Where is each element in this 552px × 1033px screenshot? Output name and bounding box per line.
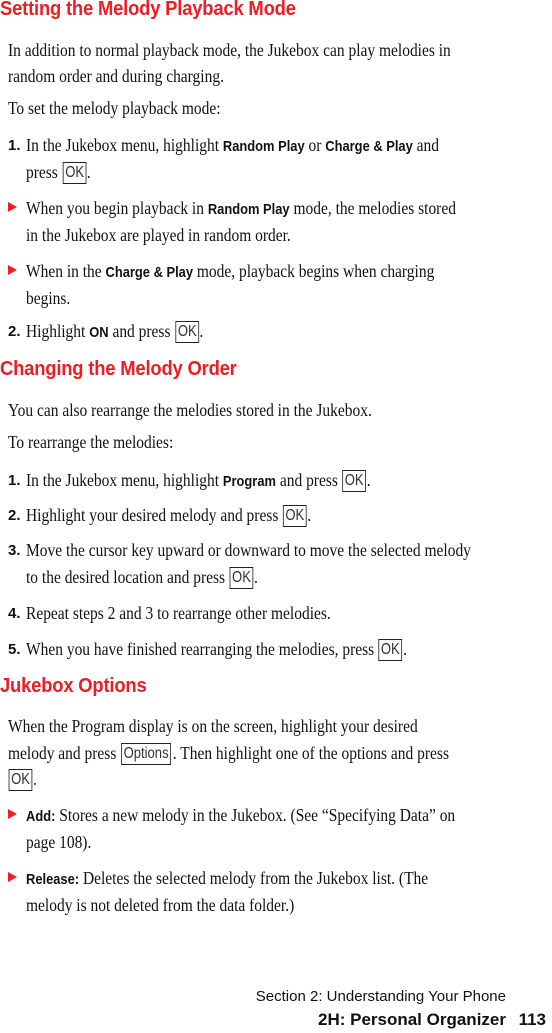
footer-chapter: 2H: Personal Organizer	[317, 1010, 506, 1029]
step-text: In the Jukebox menu, highlight Random Pl…	[26, 135, 440, 155]
menu-item-ref: Charge & Play	[325, 138, 413, 155]
ok-key: OK	[174, 321, 199, 343]
step-number: 1.	[8, 137, 21, 154]
step-number: 1.	[8, 472, 21, 489]
step-text: to the desired location and press OK.	[26, 567, 258, 589]
section-heading: Jukebox Options	[0, 675, 147, 697]
footer-section: Section 2: Understanding Your Phone	[255, 988, 506, 1005]
step-number: 3.	[8, 542, 21, 559]
ok-key: OK	[8, 769, 33, 791]
step-text: Repeat steps 2 and 3 to rearrange other …	[26, 603, 331, 623]
bullet-text: page 108).	[26, 832, 92, 852]
paragraph: When the Program display is on the scree…	[8, 716, 418, 736]
ok-key: OK	[229, 567, 254, 589]
ok-key: OK	[62, 162, 87, 184]
page-number: 113	[518, 1010, 546, 1029]
bullet-text: When in the Charge & Play mode, playback…	[26, 261, 435, 281]
step-number: 4.	[8, 605, 21, 622]
bullet-text: Release: Deletes the selected melody fro…	[26, 868, 429, 888]
bullet-triangle-icon	[8, 809, 17, 819]
step-text: In the Jukebox menu, highlight Program a…	[26, 470, 371, 492]
section-heading: Changing the Melody Order	[0, 358, 237, 380]
ok-key: OK	[378, 639, 403, 661]
bullet-triangle-icon	[8, 265, 17, 275]
step-text: When you have finished rearranging the m…	[26, 639, 407, 661]
bullet-text: begins.	[26, 288, 71, 308]
bullet-text: melody is not deleted from the data fold…	[26, 895, 295, 915]
lead-text: To rearrange the melodies:	[8, 432, 174, 452]
paragraph: You can also rearrange the melodies stor…	[8, 400, 372, 420]
step-number: 2.	[8, 323, 21, 340]
step-text: Move the cursor key upward or downward t…	[26, 540, 471, 560]
lead-text: To set the melody playback mode:	[8, 98, 221, 118]
bullet-triangle-icon	[8, 202, 17, 212]
step-text: press OK.	[26, 162, 91, 184]
step-number: 5.	[8, 641, 21, 658]
section-heading: Setting the Melody Playback Mode	[0, 0, 296, 20]
bullet-text: in the Jukebox are played in random orde…	[26, 225, 291, 245]
step-text: Highlight ON and press OK.	[26, 321, 204, 343]
bullet-triangle-icon	[8, 872, 17, 882]
ok-key: OK	[282, 505, 307, 527]
step-text: Highlight your desired melody and press …	[26, 505, 312, 527]
paragraph: OK.	[8, 765, 37, 793]
paragraph: In addition to normal playback mode, the…	[8, 40, 451, 60]
step-number: 2.	[8, 507, 21, 524]
options-key: Options	[121, 743, 172, 765]
paragraph: random order and during charging.	[8, 66, 224, 86]
paragraph: melody and press Options. Then highlight…	[8, 743, 449, 765]
bullet-text: When you begin playback in Random Play m…	[26, 198, 456, 218]
menu-item-ref: Random Play	[222, 138, 305, 155]
ok-key: OK	[342, 470, 367, 492]
bullet-text: Add: Stores a new melody in the Jukebox.…	[26, 805, 456, 825]
